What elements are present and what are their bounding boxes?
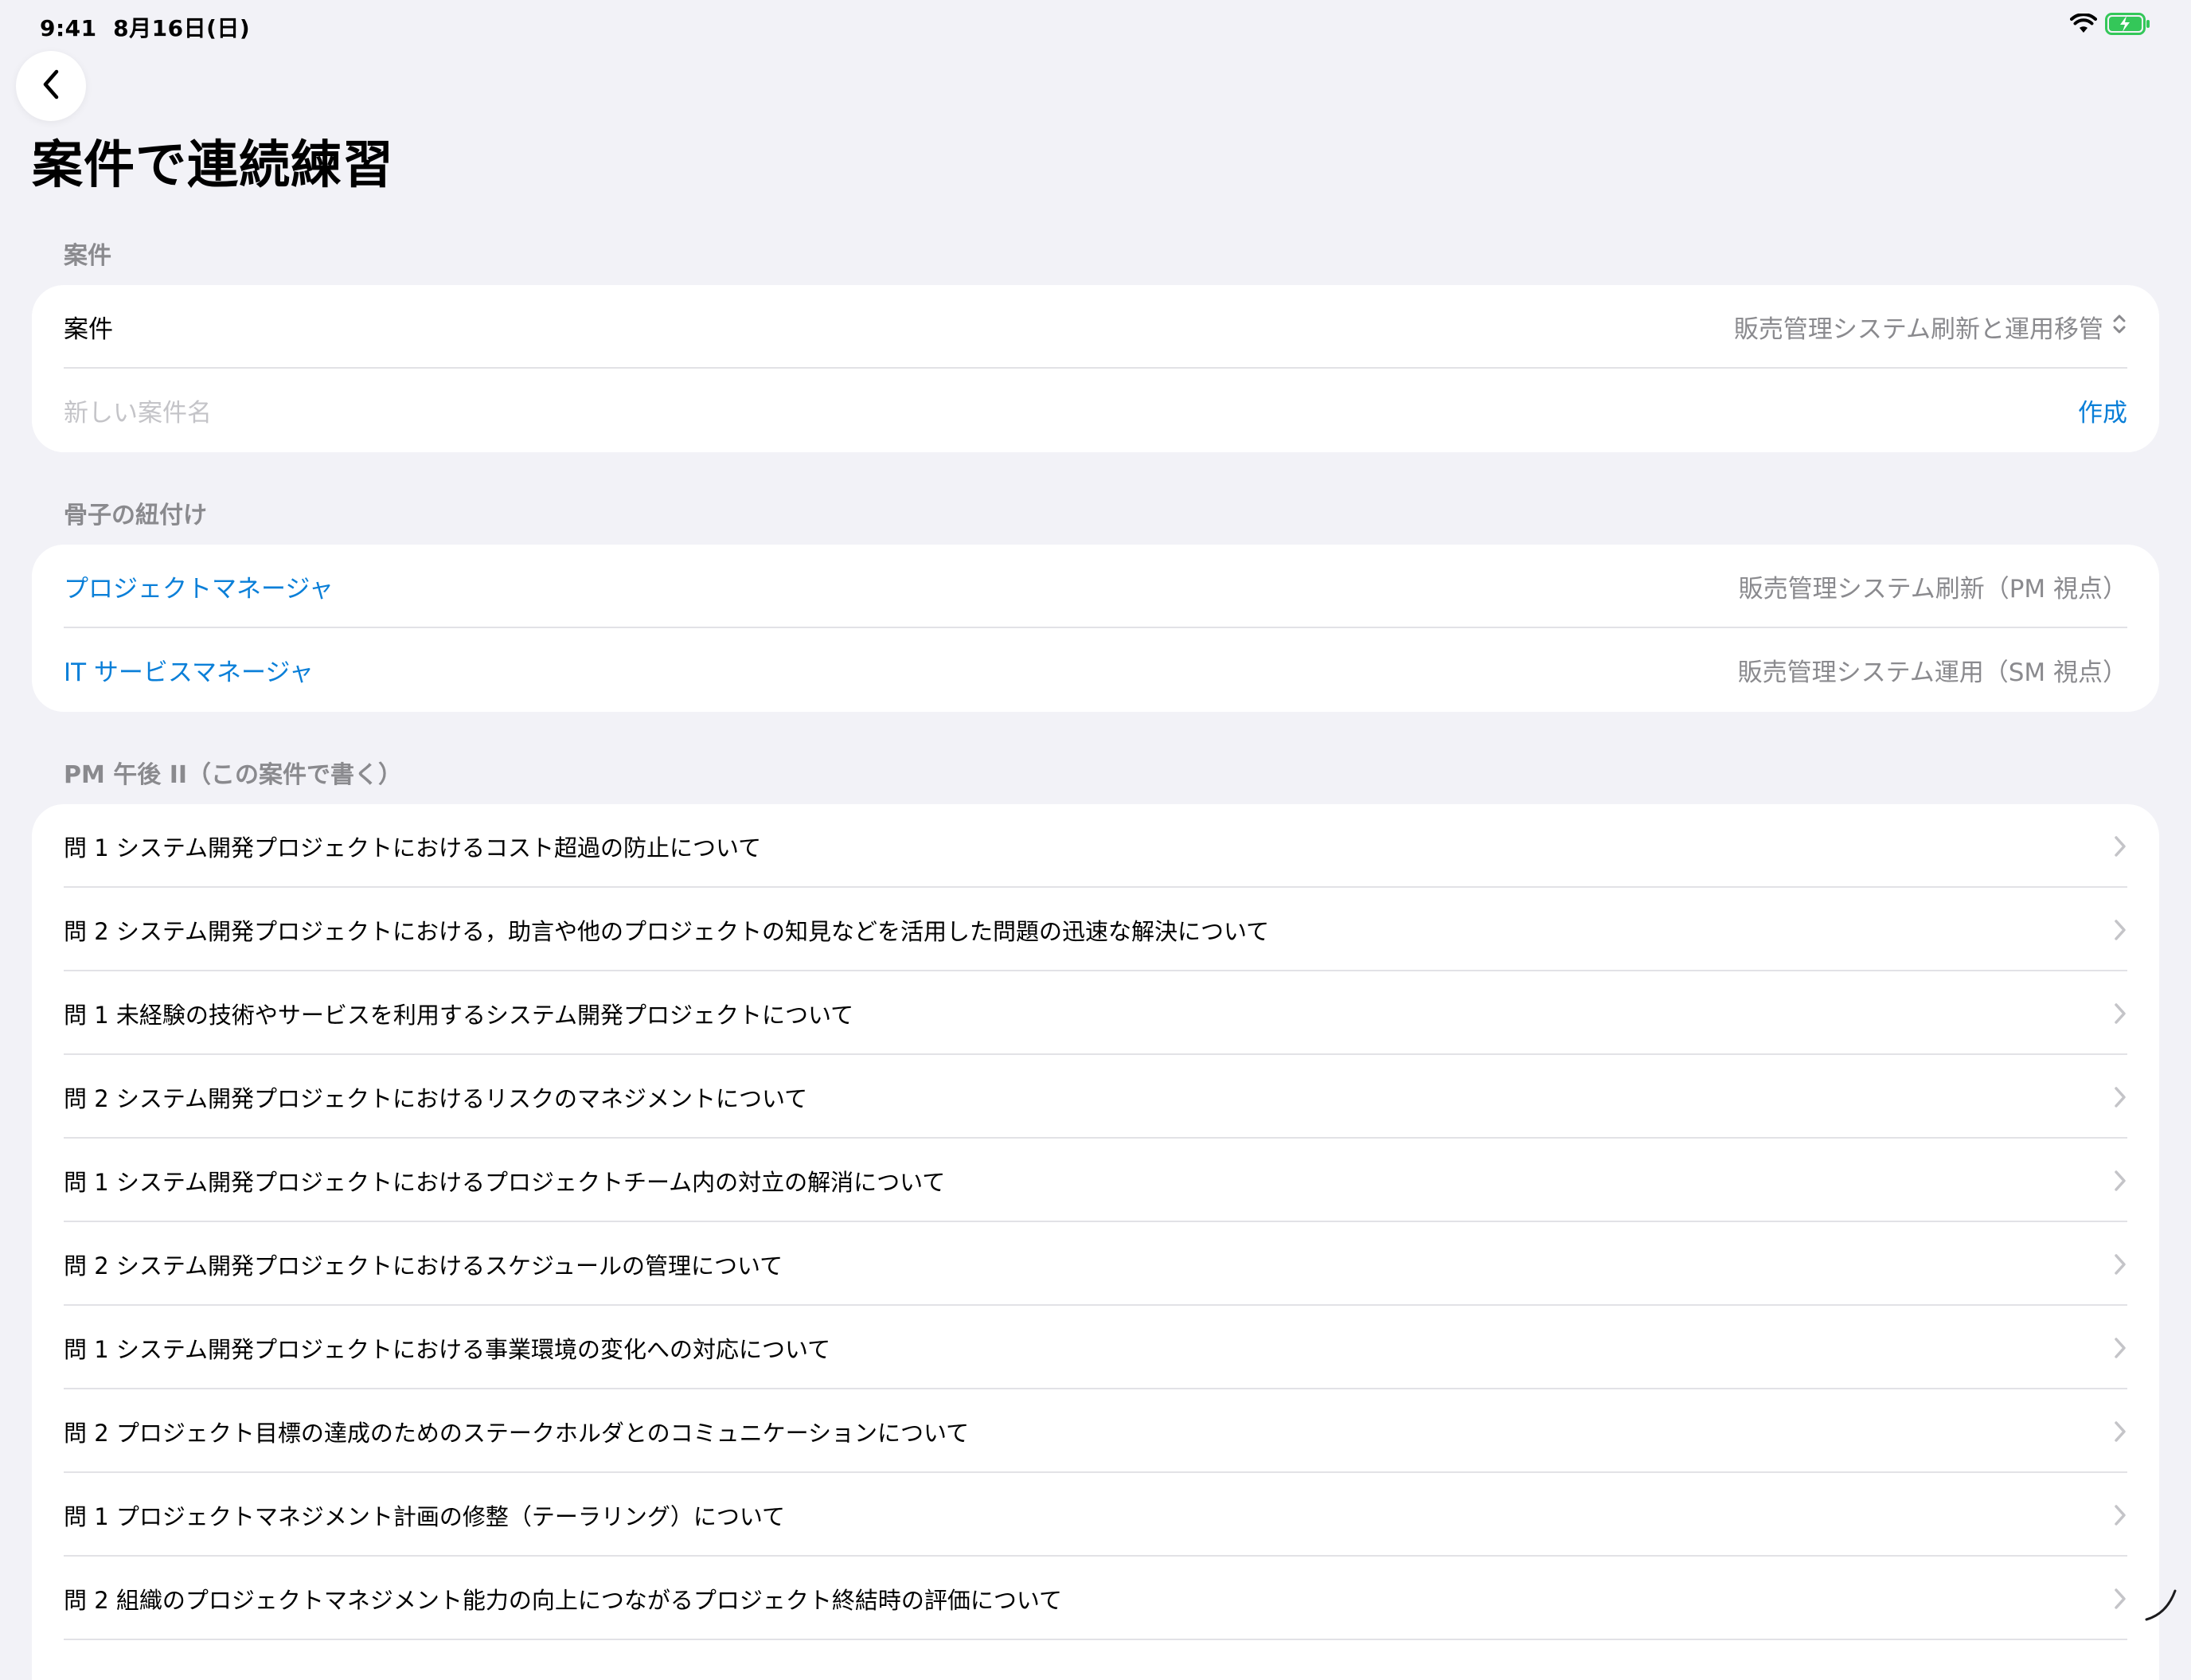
- battery-charging-icon: [2105, 13, 2151, 38]
- new-case-row: 新しい案件名 作成: [32, 369, 2159, 452]
- chevron-right-icon: [2113, 1002, 2127, 1026]
- question-title: 問 1 システム開発プロジェクトにおけるコスト超過の防止について: [64, 834, 762, 861]
- new-case-name-input[interactable]: 新しい案件名: [64, 393, 212, 428]
- chevron-left-icon: [37, 67, 64, 105]
- list-item[interactable]: 問 2 プロジェクト目標の達成のためのステークホルダとのコミュニケーションについ…: [32, 1389, 2159, 1473]
- list-item[interactable]: 問 1 未経験の技術やサービスを利用するシステム開発プロジェクトについて: [32, 971, 2159, 1055]
- list-item[interactable]: 問 1 プロジェクトマネジメント計画の修整（テーラリング）について: [32, 1473, 2159, 1557]
- skeleton-linked-value: 販売管理システム刷新（PM 視点）: [1738, 575, 2127, 604]
- back-button[interactable]: [16, 51, 86, 121]
- chevron-right-icon: [2113, 834, 2127, 858]
- chevron-right-icon: [2113, 1169, 2127, 1193]
- list-item[interactable]: 問 1 システム開発プロジェクトにおけるプロジェクトチーム内の対立の解消について: [32, 1139, 2159, 1222]
- question-title: 問 2 システム開発プロジェクトにおけるスケジュールの管理について: [64, 1252, 783, 1280]
- chevron-right-icon: [2113, 918, 2127, 942]
- chevron-right-icon: [2113, 1085, 2127, 1109]
- question-title: 問 2 システム開発プロジェクトにおけるリスクのマネジメントについて: [64, 1084, 808, 1112]
- status-bar: 9:41 8月16日(日): [0, 0, 2191, 51]
- question-title: 問 1 システム開発プロジェクトにおける事業環境の変化への対応について: [64, 1335, 831, 1363]
- create-case-button[interactable]: 作成: [2078, 393, 2127, 428]
- skeleton-role-label: IT サービスマネージャ: [64, 658, 314, 687]
- skeleton-card: プロジェクトマネージャ 販売管理システム刷新（PM 視点） IT サービスマネー…: [32, 545, 2159, 712]
- case-section-header: 案件: [64, 242, 111, 270]
- skeleton-row-sm[interactable]: IT サービスマネージャ 販売管理システム運用（SM 視点）: [32, 628, 2159, 712]
- question-title: 問 1 未経験の技術やサービスを利用するシステム開発プロジェクトについて: [64, 1001, 854, 1029]
- skeleton-section-header: 骨子の紐付け: [64, 502, 207, 529]
- chevron-right-icon: [2113, 1252, 2127, 1276]
- case-picker-value-wrap[interactable]: 販売管理システム刷新と運用移管: [1734, 309, 2127, 345]
- question-title: 問 2 システム開発プロジェクトにおける，助言や他のプロジェクトの知見などを活用…: [64, 917, 1270, 945]
- case-picker-label: 案件: [64, 315, 113, 344]
- chevron-up-down-icon: [2111, 312, 2127, 342]
- chevron-right-icon: [2113, 1587, 2127, 1611]
- chevron-right-icon: [2113, 1420, 2127, 1444]
- status-clock: 9:41: [40, 15, 97, 41]
- page-title: 案件で連続練習: [32, 136, 394, 195]
- question-title: 問 1 プロジェクトマネジメント計画の修整（テーラリング）について: [64, 1502, 786, 1530]
- list-item[interactable]: 問 2 組織のプロジェクトマネジメント能力の向上につながるプロジェクト終結時の評…: [32, 1557, 2159, 1640]
- chevron-right-icon: [2113, 1503, 2127, 1527]
- status-time: 9:41 8月16日(日): [40, 11, 250, 43]
- question-title: 問 2 プロジェクト目標の達成のためのステークホルダとのコミュニケーションについ…: [64, 1419, 970, 1447]
- skeleton-linked-value: 販売管理システム運用（SM 視点）: [1737, 658, 2127, 687]
- pm-question-list: 問 1 システム開発プロジェクトにおけるコスト超過の防止について 問 2 システ…: [32, 804, 2159, 1680]
- pm-section-header: PM 午後 II（この案件で書く）: [64, 761, 403, 789]
- list-item[interactable]: 問 2 システム開発プロジェクトにおけるスケジュールの管理について: [32, 1222, 2159, 1306]
- case-picker-row[interactable]: 案件 販売管理システム刷新と運用移管: [32, 285, 2159, 369]
- status-icons: [2070, 13, 2151, 38]
- case-card: 案件 販売管理システム刷新と運用移管 新しい案件名 作成: [32, 285, 2159, 452]
- wifi-icon: [2070, 13, 2097, 37]
- list-item[interactable]: 問 2 システム開発プロジェクトにおける，助言や他のプロジェクトの知見などを活用…: [32, 888, 2159, 971]
- list-item[interactable]: 問 1 システム開発プロジェクトにおける事業環境の変化への対応について: [32, 1306, 2159, 1389]
- status-date: 8月16日(日): [113, 15, 251, 41]
- list-item[interactable]: 問 1 システム開発プロジェクトにおけるコスト超過の防止について: [32, 804, 2159, 888]
- skeleton-role-label: プロジェクトマネージャ: [64, 575, 334, 604]
- chevron-right-icon: [2113, 1336, 2127, 1360]
- question-title: 問 1 システム開発プロジェクトにおけるプロジェクトチーム内の対立の解消について: [64, 1168, 946, 1196]
- list-item[interactable]: 問 2 システム開発プロジェクトにおけるリスクのマネジメントについて: [32, 1055, 2159, 1139]
- pencil-scribble-icon: [2142, 1584, 2181, 1627]
- skeleton-row-pm[interactable]: プロジェクトマネージャ 販売管理システム刷新（PM 視点）: [32, 545, 2159, 628]
- question-title: 問 2 組織のプロジェクトマネジメント能力の向上につながるプロジェクト終結時の評…: [64, 1586, 1063, 1614]
- row-separator: [64, 1639, 2127, 1640]
- case-picker-value: 販売管理システム刷新と運用移管: [1733, 315, 2103, 344]
